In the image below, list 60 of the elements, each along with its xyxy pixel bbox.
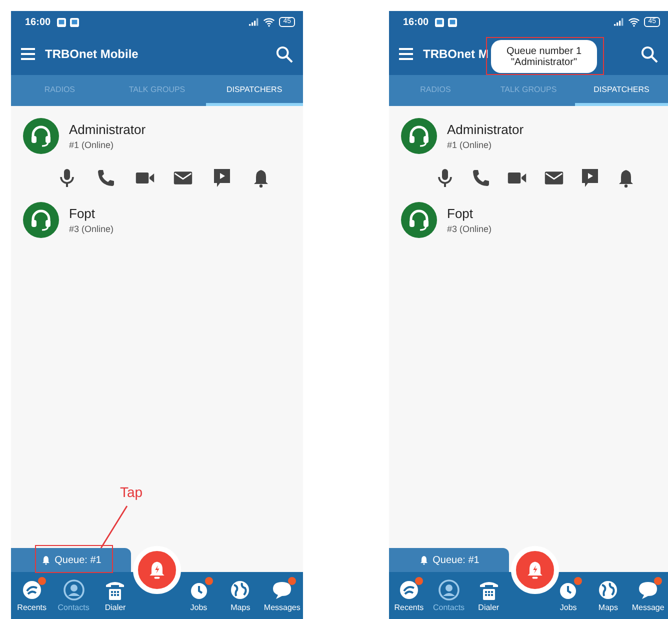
message-play-icon[interactable] — [580, 168, 600, 188]
toast-message: Queue number 1 "Administrator" — [491, 40, 597, 73]
alarm-button[interactable] — [511, 546, 559, 594]
message-play-icon[interactable] — [212, 168, 232, 188]
nav-item[interactable]: Contacts — [52, 579, 94, 612]
annotation-label: Tap — [120, 484, 143, 500]
app-title: TRBOnet Mobile — [45, 47, 138, 61]
search-icon[interactable] — [641, 46, 658, 62]
dispatcher-status: #3 (Online) — [69, 224, 114, 234]
person-icon — [438, 579, 460, 601]
nav-item[interactable]: Recents — [389, 579, 429, 612]
leader-line — [99, 505, 129, 549]
nav-item[interactable]: Message — [628, 579, 668, 612]
chat-bubble-icon — [637, 579, 660, 601]
tab[interactable]: DISPATCHERS — [575, 75, 668, 106]
nav-item[interactable]: Messages — [261, 579, 303, 612]
menu-icon[interactable] — [399, 48, 413, 60]
bell-icon — [418, 555, 429, 565]
person-icon — [62, 579, 85, 601]
headset-avatar-icon — [23, 118, 59, 154]
alarm-button[interactable] — [133, 546, 181, 594]
globe-icon — [229, 579, 252, 601]
headset-avatar-icon — [23, 202, 59, 238]
telephone-icon — [478, 579, 500, 601]
menu-icon[interactable] — [21, 48, 35, 60]
bell-icon — [40, 555, 51, 565]
wifi-icon — [263, 17, 276, 27]
dispatcher-status: #1 (Online) — [69, 140, 115, 150]
nav-item[interactable]: Recents — [11, 579, 53, 612]
telephone-icon — [104, 579, 126, 601]
nav-item[interactable]: Dialer — [94, 579, 136, 612]
nav-item[interactable]: Jobs — [178, 579, 220, 612]
signal-icon — [614, 18, 624, 26]
nav-item[interactable]: Contacts — [428, 579, 469, 612]
status-time: 16:00 — [403, 16, 429, 28]
wifi-icon — [628, 17, 640, 27]
signal-icon — [249, 18, 260, 26]
queue-button[interactable]: Queue: #1 — [11, 548, 131, 572]
phone-icon[interactable] — [471, 168, 492, 188]
globe-icon — [597, 579, 620, 601]
chat-bubble-icon — [271, 579, 294, 601]
headset-avatar-icon — [401, 118, 437, 154]
dispatcher-name[interactable]: Fopt — [69, 206, 114, 221]
tab[interactable]: DISPATCHERS — [206, 75, 303, 106]
status-time: 16:00 — [25, 16, 51, 28]
nav-item[interactable]: Maps — [220, 579, 262, 612]
dispatcher-status: #1 (Online) — [447, 140, 493, 150]
nav-item[interactable]: Maps — [588, 579, 628, 612]
nav-item[interactable]: Jobs — [548, 579, 588, 612]
headset-avatar-icon — [401, 202, 437, 238]
microphone-icon[interactable] — [57, 168, 77, 188]
search-icon[interactable] — [276, 46, 293, 62]
nav-item[interactable]: Dialer — [468, 579, 509, 612]
microphone-icon[interactable] — [435, 168, 455, 188]
queue-button[interactable]: Queue: #1 — [389, 548, 509, 572]
dispatcher-name[interactable]: Administrator — [69, 122, 146, 137]
dispatcher-name[interactable]: Fopt — [447, 206, 492, 221]
dispatcher-status: #3 (Online) — [447, 224, 492, 234]
dispatcher-name[interactable]: Administrator — [447, 122, 524, 137]
phone-icon[interactable] — [96, 168, 116, 188]
